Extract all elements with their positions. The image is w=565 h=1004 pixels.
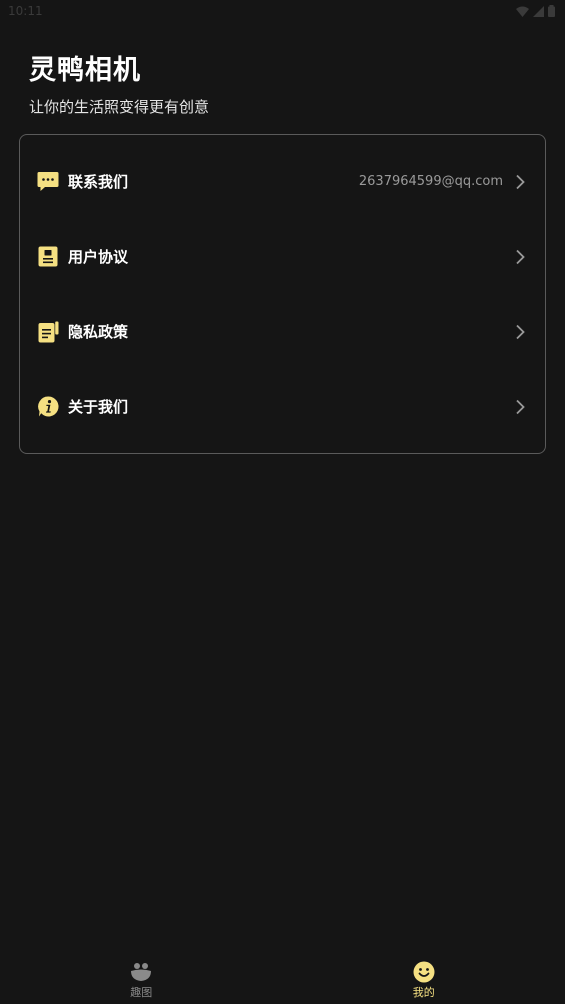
page-subtitle: 让你的生活照变得更有创意 (29, 98, 210, 116)
chevron-right-icon (513, 398, 527, 416)
bottom-tab-bar: 趣图 我的 (0, 952, 565, 1004)
info-icon (37, 396, 59, 418)
status-icons (516, 5, 555, 17)
status-bar: 10:11 (0, 0, 565, 22)
contact-email: 2637964599@qq.com (358, 174, 503, 189)
tab-mine[interactable]: 我的 (283, 952, 565, 1004)
tab-label: 我的 (412, 986, 435, 999)
menu-item-privacy-policy[interactable]: 隐私政策 (20, 294, 545, 369)
menu-item-label: 隐私政策 (68, 323, 129, 341)
settings-menu-card: 联系我们 2637964599@qq.com 用户协议 隐私政策 关于我们 (19, 134, 546, 454)
menu-item-label: 关于我们 (68, 398, 129, 416)
tab-fun-pics[interactable]: 趣图 (0, 952, 283, 1004)
menu-item-contact-us[interactable]: 联系我们 2637964599@qq.com (20, 144, 545, 219)
policy-icon (37, 321, 59, 343)
message-icon (37, 171, 59, 193)
status-time: 10:11 (8, 4, 43, 18)
tab-label: 趣图 (130, 986, 153, 999)
menu-item-label: 联系我们 (68, 173, 129, 191)
wifi-icon (516, 6, 529, 17)
menu-item-user-agreement[interactable]: 用户协议 (20, 219, 545, 294)
smiley-icon (412, 961, 436, 983)
document-icon (37, 246, 59, 268)
chevron-right-icon (513, 248, 527, 266)
profile-screen: 10:11 灵鸭相机 让你的生活照变得更有创意 联系我们 2637964599@… (0, 0, 565, 1004)
chevron-right-icon (513, 173, 527, 191)
battery-icon (548, 5, 555, 17)
menu-item-label: 用户协议 (68, 248, 129, 266)
page-title: 灵鸭相机 (29, 55, 141, 86)
fun-pics-icon (129, 961, 153, 983)
signal-icon (533, 5, 544, 17)
menu-item-about-us[interactable]: 关于我们 (20, 369, 545, 444)
chevron-right-icon (513, 323, 527, 341)
